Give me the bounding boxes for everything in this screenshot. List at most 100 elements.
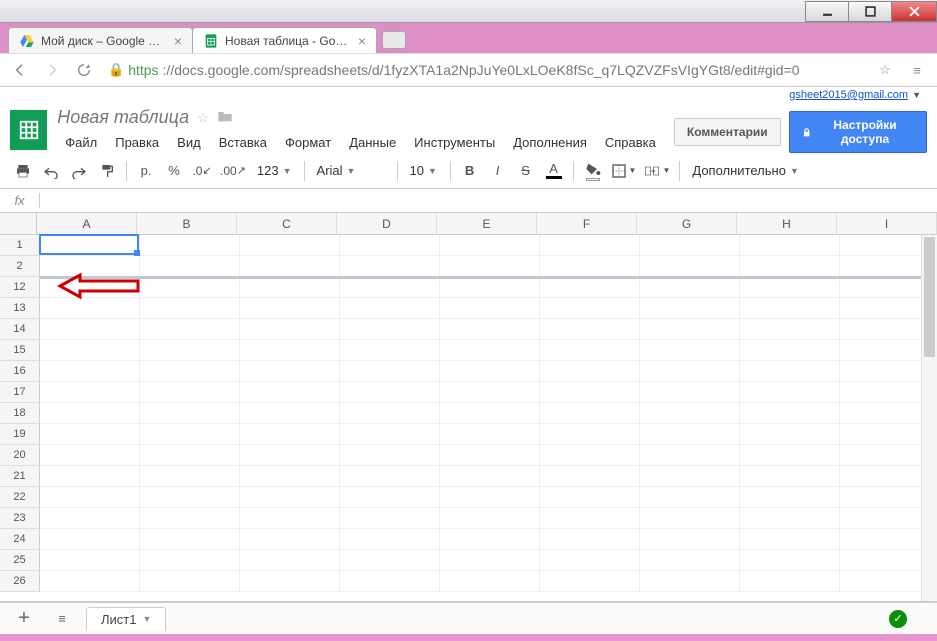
cell[interactable] xyxy=(740,571,840,592)
cell[interactable] xyxy=(340,571,440,592)
cell[interactable] xyxy=(440,550,540,571)
document-title[interactable]: Новая таблица xyxy=(57,107,189,128)
cell[interactable] xyxy=(540,571,640,592)
cell[interactable] xyxy=(740,361,840,382)
nav-forward-button[interactable] xyxy=(40,58,64,82)
menu-вставка[interactable]: Вставка xyxy=(211,132,275,153)
cell[interactable] xyxy=(640,298,740,319)
cell[interactable] xyxy=(540,361,640,382)
cell[interactable] xyxy=(440,235,540,256)
fill-color-button[interactable] xyxy=(580,158,606,184)
column-header[interactable]: E xyxy=(437,213,537,235)
menu-справка[interactable]: Справка xyxy=(597,132,664,153)
select-all-corner[interactable] xyxy=(0,213,37,235)
cell[interactable] xyxy=(640,319,740,340)
cell[interactable] xyxy=(440,529,540,550)
window-close-button[interactable] xyxy=(891,1,937,22)
cell[interactable] xyxy=(40,529,140,550)
column-header[interactable]: H xyxy=(737,213,837,235)
paint-format-button[interactable] xyxy=(94,158,120,184)
column-header[interactable]: D xyxy=(337,213,437,235)
cell[interactable] xyxy=(240,466,340,487)
cell[interactable] xyxy=(240,550,340,571)
menu-правка[interactable]: Правка xyxy=(107,132,167,153)
cell[interactable] xyxy=(40,235,140,256)
browser-tab-sheets[interactable]: Новая таблица - Google × xyxy=(192,27,377,53)
strikethrough-button[interactable]: S xyxy=(513,158,539,184)
cell[interactable] xyxy=(140,424,240,445)
share-button[interactable]: Настройки доступа xyxy=(789,111,927,153)
cell[interactable] xyxy=(340,235,440,256)
column-header[interactable]: G xyxy=(637,213,737,235)
print-button[interactable] xyxy=(10,158,36,184)
cell[interactable] xyxy=(240,487,340,508)
cell[interactable] xyxy=(40,571,140,592)
cell[interactable] xyxy=(340,277,440,298)
cell[interactable] xyxy=(340,382,440,403)
cell[interactable] xyxy=(440,361,540,382)
cell[interactable] xyxy=(640,424,740,445)
cell[interactable] xyxy=(740,424,840,445)
cell[interactable] xyxy=(740,487,840,508)
cell[interactable] xyxy=(140,571,240,592)
cell[interactable] xyxy=(240,445,340,466)
cell[interactable] xyxy=(440,508,540,529)
cell[interactable] xyxy=(440,382,540,403)
spreadsheet-grid[interactable]: ABCDEFGHI 121213141516171819202122232425… xyxy=(0,213,937,602)
cell[interactable] xyxy=(740,529,840,550)
column-header[interactable]: C xyxy=(237,213,337,235)
cell[interactable] xyxy=(640,445,740,466)
cell[interactable] xyxy=(640,235,740,256)
row-header[interactable]: 14 xyxy=(0,319,40,340)
cell[interactable] xyxy=(40,361,140,382)
italic-button[interactable]: I xyxy=(485,158,511,184)
cell[interactable] xyxy=(540,424,640,445)
cell[interactable] xyxy=(140,487,240,508)
column-header[interactable]: B xyxy=(137,213,237,235)
row-header[interactable]: 25 xyxy=(0,550,40,571)
row-header[interactable]: 23 xyxy=(0,508,40,529)
cell[interactable] xyxy=(240,508,340,529)
cell[interactable] xyxy=(640,487,740,508)
row-header[interactable]: 1 xyxy=(0,235,40,256)
cell[interactable] xyxy=(240,403,340,424)
cell[interactable] xyxy=(740,298,840,319)
comments-button[interactable]: Комментарии xyxy=(674,118,781,146)
cell[interactable] xyxy=(640,571,740,592)
cell[interactable] xyxy=(340,319,440,340)
sheet-tab-caret-icon[interactable]: ▼ xyxy=(142,614,151,624)
cell[interactable] xyxy=(640,361,740,382)
sheet-tab[interactable]: Лист1 ▼ xyxy=(86,607,166,631)
row-header[interactable]: 13 xyxy=(0,298,40,319)
cell[interactable] xyxy=(440,298,540,319)
cell[interactable] xyxy=(240,529,340,550)
browser-tab-drive[interactable]: Мой диск – Google Диск × xyxy=(8,27,193,53)
cell[interactable] xyxy=(340,424,440,445)
row-header[interactable]: 16 xyxy=(0,361,40,382)
all-sheets-button[interactable]: ≡ xyxy=(48,607,76,631)
row-header[interactable]: 22 xyxy=(0,487,40,508)
cell[interactable] xyxy=(440,445,540,466)
cell[interactable] xyxy=(140,340,240,361)
cell[interactable] xyxy=(440,256,540,277)
cell[interactable] xyxy=(640,256,740,277)
cell[interactable] xyxy=(140,508,240,529)
cell[interactable] xyxy=(340,340,440,361)
new-tab-button[interactable] xyxy=(382,31,406,49)
cell[interactable] xyxy=(740,256,840,277)
url-field[interactable]: 🔒 https://docs.google.com/spreadsheets/d… xyxy=(104,62,865,78)
cell[interactable] xyxy=(340,403,440,424)
cell[interactable] xyxy=(740,403,840,424)
cell[interactable] xyxy=(540,235,640,256)
cell[interactable] xyxy=(40,256,140,277)
window-minimize-button[interactable] xyxy=(805,1,849,22)
row-header[interactable]: 18 xyxy=(0,403,40,424)
cell[interactable] xyxy=(440,277,540,298)
increase-decimal-button[interactable]: .00↗ xyxy=(217,158,249,184)
cell[interactable] xyxy=(540,445,640,466)
sheets-logo[interactable] xyxy=(10,110,47,150)
bold-button[interactable]: B xyxy=(457,158,483,184)
bookmark-star-icon[interactable]: ☆ xyxy=(873,58,897,82)
column-header[interactable]: I xyxy=(837,213,937,235)
cell[interactable] xyxy=(540,319,640,340)
